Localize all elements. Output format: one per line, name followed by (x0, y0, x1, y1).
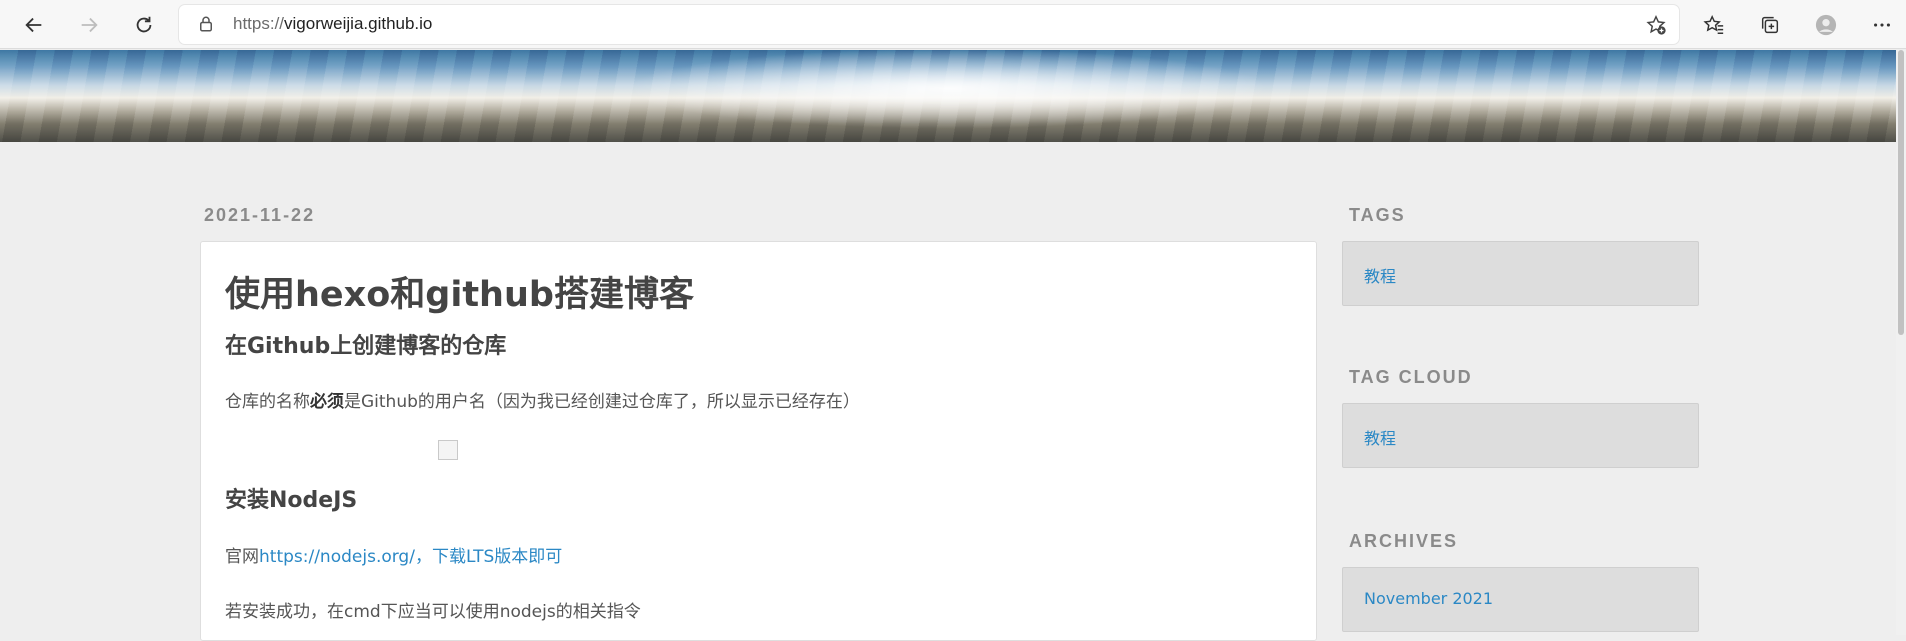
nodejs-link[interactable]: https://nodejs.org/，下载LTS版本即可 (259, 547, 562, 567)
tag-link[interactable]: 教程 (1364, 263, 1396, 287)
more-icon (1874, 23, 1890, 27)
tagcloud-title: TAG CLOUD (1349, 367, 1473, 387)
tagcloud-link[interactable]: 教程 (1364, 425, 1396, 449)
browser-toolbar: https://vigorweijia.github.io (0, 0, 1906, 49)
back-button[interactable] (17, 8, 51, 42)
tags-box: 教程 (1342, 241, 1699, 306)
broken-image-icon (438, 440, 458, 460)
profile-icon (1815, 14, 1837, 36)
url-text[interactable]: https://vigorweijia.github.io (233, 14, 432, 34)
post-card: 使用hexo和github搭建博客 在Github上创建博客的仓库 仓库的名称必… (200, 241, 1317, 641)
refresh-icon (136, 16, 152, 33)
forward-button[interactable] (72, 8, 106, 42)
add-favorite-icon[interactable] (1645, 14, 1667, 36)
forward-icon (81, 17, 98, 33)
section-text-repo: 仓库的名称必须是Github的用户名（因为我已经创建过仓库了，所以显示已经存在） (225, 392, 860, 412)
archives-box: November 2021 (1342, 567, 1699, 632)
header-banner (0, 50, 1896, 142)
section-heading-repo: 在Github上创建博客的仓库 (225, 334, 507, 359)
post-title[interactable]: 使用hexo和github搭建博客 (225, 266, 694, 317)
archives-title: ARCHIVES (1349, 531, 1459, 551)
favorites-button[interactable] (1697, 8, 1731, 42)
back-icon (25, 17, 42, 33)
archive-link[interactable]: November 2021 (1364, 589, 1493, 608)
more-button[interactable] (1865, 8, 1899, 42)
tags-title: TAGS (1349, 205, 1406, 225)
profile-button[interactable] (1809, 8, 1843, 42)
collections-icon (1761, 16, 1779, 34)
lock-icon[interactable] (197, 15, 215, 33)
favorites-icon (1703, 14, 1724, 34)
section-text-nodejs-2: 若安装成功，在cmd下应当可以使用nodejs的相关指令 (225, 602, 641, 622)
address-bar[interactable]: https://vigorweijia.github.io (179, 5, 1679, 44)
page-scrollbar[interactable] (1896, 50, 1906, 635)
collections-button[interactable] (1753, 8, 1787, 42)
section-heading-nodejs: 安装NodeJS (225, 488, 358, 513)
section-text-nodejs: 官网https://nodejs.org/，下载LTS版本即可 (225, 547, 563, 567)
refresh-button[interactable] (127, 8, 161, 42)
post-date: 2021-11-22 (204, 205, 316, 225)
scrollbar-thumb[interactable] (1898, 50, 1904, 335)
tagcloud-box: 教程 (1342, 403, 1699, 468)
